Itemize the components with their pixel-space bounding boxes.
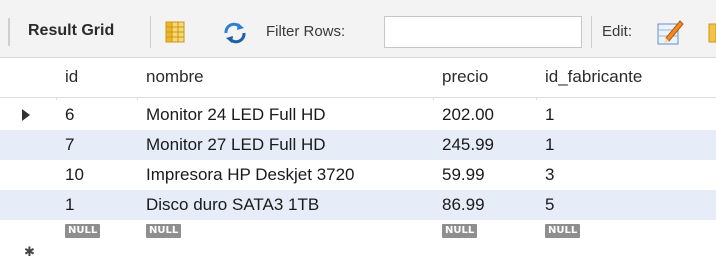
table-row[interactable]: 1 Disco duro SATA3 1TB 86.99 5 bbox=[0, 190, 716, 220]
toolbar-divider bbox=[150, 16, 151, 48]
table-row[interactable]: 6 Monitor 24 LED Full HD 202.00 1 bbox=[0, 100, 716, 130]
table-row[interactable]: 7 Monitor 27 LED Full HD 245.99 1 bbox=[0, 130, 716, 160]
result-grid: id nombre precio id_fabricante 6 Monitor… bbox=[0, 58, 716, 264]
edit-pencil-icon[interactable] bbox=[656, 18, 684, 46]
cell-precio[interactable]: 86.99 bbox=[433, 190, 536, 220]
toolbar-divider bbox=[591, 16, 592, 48]
table-row[interactable]: 10 Impresora HP Deskjet 3720 59.99 3 bbox=[0, 160, 716, 190]
cell-id-fabricante[interactable]: 1 bbox=[536, 130, 716, 160]
cell-id-fabricante[interactable]: 3 bbox=[536, 160, 716, 190]
filter-rows-input[interactable] bbox=[384, 16, 582, 48]
cell-id[interactable]: 1 bbox=[56, 190, 137, 220]
cell-precio[interactable]: NULL bbox=[433, 220, 536, 264]
cell-precio[interactable]: 59.99 bbox=[433, 160, 536, 190]
column-header-nombre[interactable]: nombre bbox=[137, 58, 433, 97]
filter-rows-label: Filter Rows: bbox=[266, 23, 346, 40]
column-header-id-fabricante[interactable]: id_fabricante bbox=[536, 58, 716, 97]
null-badge: NULL bbox=[545, 224, 581, 238]
cell-nombre[interactable]: Monitor 27 LED Full HD bbox=[137, 130, 433, 160]
row-marker[interactable] bbox=[0, 160, 56, 190]
grid-header-row: id nombre precio id_fabricante bbox=[0, 58, 716, 98]
edit-label: Edit: bbox=[602, 23, 633, 40]
cell-nombre[interactable]: Impresora HP Deskjet 3720 bbox=[137, 160, 433, 190]
cell-id-fabricante[interactable]: 5 bbox=[536, 190, 716, 220]
cell-nombre[interactable]: Monitor 24 LED Full HD bbox=[137, 100, 433, 130]
row-marker-header bbox=[0, 58, 56, 97]
current-row-arrow-icon bbox=[22, 109, 30, 121]
toolbar-overflow-icon[interactable] bbox=[708, 18, 716, 46]
result-grid-toolbar: Result Grid Filter Rows: Edit: bbox=[0, 0, 716, 58]
null-badge: NULL bbox=[65, 224, 101, 238]
row-marker[interactable]: ✱ bbox=[0, 220, 56, 264]
cell-id[interactable]: 6 bbox=[56, 100, 137, 130]
row-marker[interactable] bbox=[0, 100, 56, 130]
column-header-id[interactable]: id bbox=[56, 58, 137, 97]
refresh-arrows-icon[interactable] bbox=[222, 22, 248, 44]
null-badge: NULL bbox=[442, 224, 478, 238]
cell-precio[interactable]: 245.99 bbox=[433, 130, 536, 160]
row-marker[interactable] bbox=[0, 190, 56, 220]
new-row-star-icon: ✱ bbox=[24, 244, 35, 259]
column-header-precio[interactable]: precio bbox=[433, 58, 536, 97]
row-marker[interactable] bbox=[0, 130, 56, 160]
cell-id[interactable]: NULL bbox=[56, 220, 137, 264]
cell-id-fabricante[interactable]: NULL bbox=[536, 220, 716, 264]
new-row[interactable]: ✱ NULL NULL NULL NULL bbox=[0, 220, 716, 264]
cell-id-fabricante[interactable]: 1 bbox=[536, 100, 716, 130]
toolbar-grip bbox=[8, 18, 10, 46]
cell-id[interactable]: 7 bbox=[56, 130, 137, 160]
cell-id[interactable]: 10 bbox=[56, 160, 137, 190]
result-grid-title: Result Grid bbox=[28, 22, 115, 39]
grid-view-icon[interactable] bbox=[165, 21, 185, 43]
null-badge: NULL bbox=[146, 224, 182, 238]
cell-nombre[interactable]: NULL bbox=[137, 220, 433, 264]
cell-nombre[interactable]: Disco duro SATA3 1TB bbox=[137, 190, 433, 220]
cell-precio[interactable]: 202.00 bbox=[433, 100, 536, 130]
